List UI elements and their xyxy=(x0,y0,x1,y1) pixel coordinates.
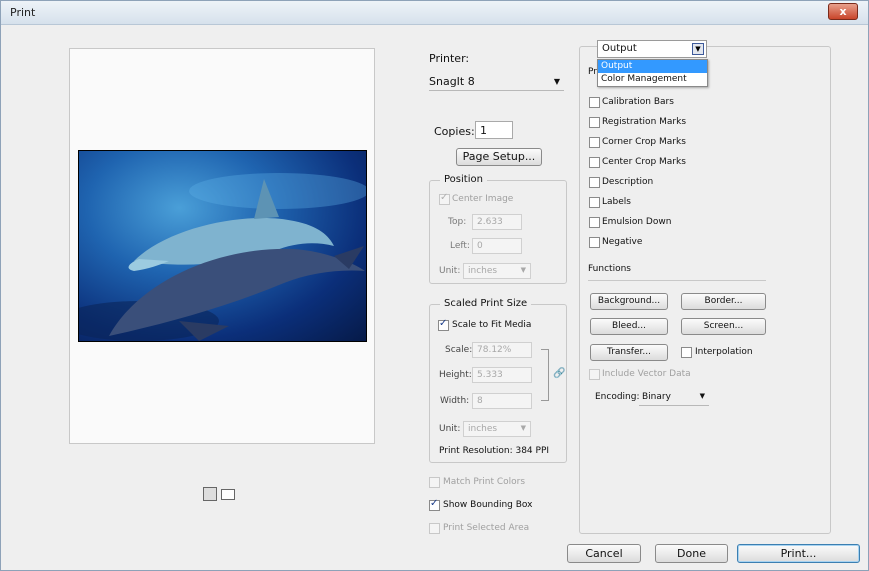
position-unit-label: Unit: xyxy=(439,266,461,276)
scaled-unit-value: inches xyxy=(468,424,498,434)
print-button[interactable]: Print... xyxy=(737,544,860,563)
print-dialog: Print x Printer: SnagIt 8 ▼ Copies: 1 Pa… xyxy=(0,0,869,571)
corner-crop-marks-checkbox[interactable] xyxy=(589,137,600,148)
match-print-colors-label: Match Print Colors xyxy=(443,477,526,487)
print-selected-area-label: Print Selected Area xyxy=(443,523,530,533)
title-bar: Print x xyxy=(1,1,868,25)
description-checkbox[interactable] xyxy=(589,177,600,188)
printer-label: Printer: xyxy=(429,52,470,65)
done-button[interactable]: Done xyxy=(655,544,728,563)
center-crop-marks-label: Center Crop Marks xyxy=(602,157,686,167)
corner-crop-marks-label: Corner Crop Marks xyxy=(602,137,686,147)
center-crop-marks-checkbox[interactable] xyxy=(589,157,600,168)
scale-label: Scale: xyxy=(445,345,473,355)
chevron-down-icon: ▼ xyxy=(692,43,704,55)
copies-input[interactable]: 1 xyxy=(475,121,513,139)
negative-label: Negative xyxy=(602,237,643,247)
show-bounding-box-label: Show Bounding Box xyxy=(443,500,533,510)
chevron-down-icon: ▼ xyxy=(699,392,705,400)
page-setup-button[interactable]: Page Setup... xyxy=(456,148,542,166)
include-vector-data-checkbox[interactable] xyxy=(589,369,600,380)
height-label: Height: xyxy=(439,370,472,380)
left-label: Left: xyxy=(450,241,470,251)
encoding-label: Encoding: xyxy=(595,392,640,402)
chevron-down-icon: ▼ xyxy=(520,266,526,274)
width-input[interactable]: 8 xyxy=(472,393,532,409)
show-bounding-box-checkbox[interactable] xyxy=(429,498,440,511)
window-title: Print xyxy=(10,6,36,19)
bleed-button[interactable]: Bleed... xyxy=(590,318,668,335)
constrain-bracket xyxy=(541,349,549,401)
menu-item-output[interactable]: Output xyxy=(598,60,707,73)
labels-checkbox[interactable] xyxy=(589,197,600,208)
position-unit-select[interactable]: inches ▼ xyxy=(463,263,531,279)
calibration-bars-label: Calibration Bars xyxy=(602,97,674,107)
match-print-colors-checkbox[interactable] xyxy=(429,477,440,488)
negative-checkbox[interactable] xyxy=(589,237,600,248)
dolphin-image xyxy=(79,173,366,341)
menu-item-color-management[interactable]: Color Management xyxy=(598,73,707,86)
section-label: Pr xyxy=(588,67,597,77)
encoding-value: Binary xyxy=(642,392,671,402)
functions-label: Functions xyxy=(588,264,631,274)
position-title: Position xyxy=(440,174,487,185)
width-label: Width: xyxy=(440,396,470,406)
preview-image[interactable] xyxy=(78,150,367,342)
top-input[interactable]: 2.633 xyxy=(472,214,522,230)
scale-input[interactable]: 78.12% xyxy=(472,342,532,358)
print-selected-area-checkbox[interactable] xyxy=(429,523,440,534)
chevron-down-icon: ▼ xyxy=(520,424,526,432)
transfer-button[interactable]: Transfer... xyxy=(590,344,668,361)
scale-to-fit-label: Scale to Fit Media xyxy=(452,320,532,330)
interpolation-label: Interpolation xyxy=(695,347,753,357)
encoding-select[interactable]: Binary ▼ xyxy=(639,390,709,406)
emulsion-down-checkbox[interactable] xyxy=(589,217,600,228)
link-icon[interactable]: 🔗 xyxy=(553,368,565,379)
include-vector-data-label: Include Vector Data xyxy=(602,369,691,379)
center-image-label: Center Image xyxy=(452,194,514,204)
border-button[interactable]: Border... xyxy=(681,293,766,310)
output-dropdown-value: Output xyxy=(602,43,637,54)
top-label: Top: xyxy=(448,217,467,227)
output-dropdown-menu: Output Color Management xyxy=(597,59,708,87)
printer-value: SnagIt 8 xyxy=(429,75,475,88)
interpolation-checkbox[interactable] xyxy=(681,347,692,358)
close-button[interactable]: x xyxy=(828,3,858,20)
copies-label: Copies: xyxy=(434,125,475,138)
center-image-checkbox[interactable] xyxy=(439,192,450,205)
portrait-orientation-icon[interactable] xyxy=(203,487,217,501)
description-label: Description xyxy=(602,177,654,187)
output-dropdown[interactable]: Output ▼ xyxy=(597,40,707,58)
emulsion-down-label: Emulsion Down xyxy=(602,217,672,227)
labels-label: Labels xyxy=(602,197,631,207)
chevron-down-icon: ▼ xyxy=(553,77,560,86)
landscape-orientation-icon[interactable] xyxy=(221,489,235,500)
height-input[interactable]: 5.333 xyxy=(472,367,532,383)
background-button[interactable]: Background... xyxy=(590,293,668,310)
scaled-unit-label: Unit: xyxy=(439,424,461,434)
calibration-bars-checkbox[interactable] xyxy=(589,97,600,108)
print-resolution: Print Resolution: 384 PPI xyxy=(439,446,550,456)
position-unit-value: inches xyxy=(468,266,498,276)
cancel-button[interactable]: Cancel xyxy=(567,544,641,563)
left-input[interactable]: 0 xyxy=(472,238,522,254)
registration-marks-label: Registration Marks xyxy=(602,117,687,127)
scaled-print-size-title: Scaled Print Size xyxy=(440,298,532,309)
functions-divider xyxy=(588,280,766,281)
printer-select[interactable]: SnagIt 8 ▼ xyxy=(429,75,564,91)
registration-marks-checkbox[interactable] xyxy=(589,117,600,128)
scaled-unit-select[interactable]: inches ▼ xyxy=(463,421,531,437)
screen-button[interactable]: Screen... xyxy=(681,318,766,335)
scale-to-fit-checkbox[interactable] xyxy=(438,318,449,331)
